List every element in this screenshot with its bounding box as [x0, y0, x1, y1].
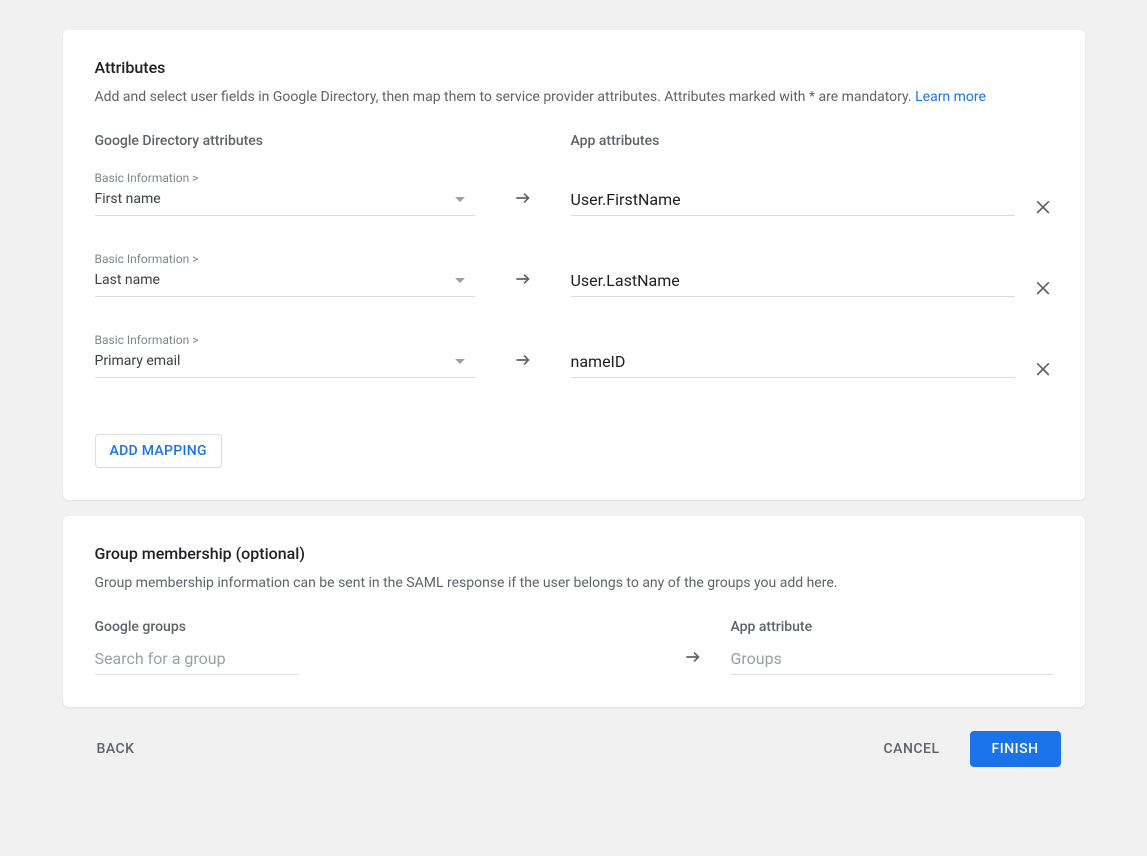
google-directory-header: Google Directory attributes: [95, 133, 475, 149]
group-columns-header: Google groups App attribute: [95, 619, 1053, 635]
app-attribute-input[interactable]: [571, 267, 1015, 297]
directory-attribute-select[interactable]: First name: [95, 189, 475, 216]
chevron-down-icon: [455, 197, 465, 202]
select-value: Primary email: [95, 353, 181, 369]
finish-button[interactable]: FINISH: [970, 731, 1061, 767]
add-mapping-button[interactable]: ADD MAPPING: [95, 434, 222, 468]
learn-more-link[interactable]: Learn more: [915, 89, 986, 105]
google-groups-header: Google groups: [95, 619, 655, 635]
chevron-down-icon: [455, 278, 465, 283]
directory-attribute-select[interactable]: Primary email: [95, 351, 475, 378]
group-membership-card: Group membership (optional) Group member…: [63, 516, 1085, 707]
app-attribute-input[interactable]: [571, 348, 1015, 378]
app-attributes-header: App attributes: [571, 133, 1053, 149]
mapping-row: Basic Information > Primary email: [95, 333, 1053, 378]
group-search-input[interactable]: [95, 645, 298, 675]
footer-actions: BACK CANCEL FINISH: [63, 731, 1085, 767]
group-app-attribute-header: App attribute: [731, 619, 1053, 635]
attributes-card: Attributes Add and select user fields in…: [63, 30, 1085, 500]
mapping-row: Basic Information > First name: [95, 171, 1053, 216]
arrow-right-icon: [475, 269, 571, 297]
app-attribute-input[interactable]: [571, 186, 1015, 216]
close-icon: [1033, 196, 1053, 216]
select-value: First name: [95, 191, 161, 207]
select-value: Last name: [95, 272, 160, 288]
group-app-attribute-value: Groups: [731, 645, 1053, 675]
select-category-label: Basic Information >: [95, 171, 475, 185]
group-title: Group membership (optional): [95, 544, 1053, 563]
attributes-description: Add and select user fields in Google Dir…: [95, 89, 1053, 105]
select-category-label: Basic Information >: [95, 333, 475, 347]
close-icon: [1033, 358, 1053, 378]
close-icon: [1033, 277, 1053, 297]
attributes-columns-header: Google Directory attributes App attribut…: [95, 133, 1053, 149]
group-description: Group membership information can be sent…: [95, 575, 1053, 591]
remove-mapping-button[interactable]: [1033, 196, 1053, 216]
select-category-label: Basic Information >: [95, 252, 475, 266]
arrow-right-icon: [655, 647, 731, 675]
mapping-row: Basic Information > Last name: [95, 252, 1053, 297]
group-row: Groups: [95, 645, 1053, 675]
arrow-right-icon: [475, 350, 571, 378]
arrow-right-icon: [475, 188, 571, 216]
chevron-down-icon: [455, 359, 465, 364]
attributes-title: Attributes: [95, 58, 1053, 77]
cancel-button[interactable]: CANCEL: [874, 733, 950, 765]
back-button[interactable]: BACK: [87, 733, 145, 765]
directory-attribute-select[interactable]: Last name: [95, 270, 475, 297]
remove-mapping-button[interactable]: [1033, 277, 1053, 297]
remove-mapping-button[interactable]: [1033, 358, 1053, 378]
